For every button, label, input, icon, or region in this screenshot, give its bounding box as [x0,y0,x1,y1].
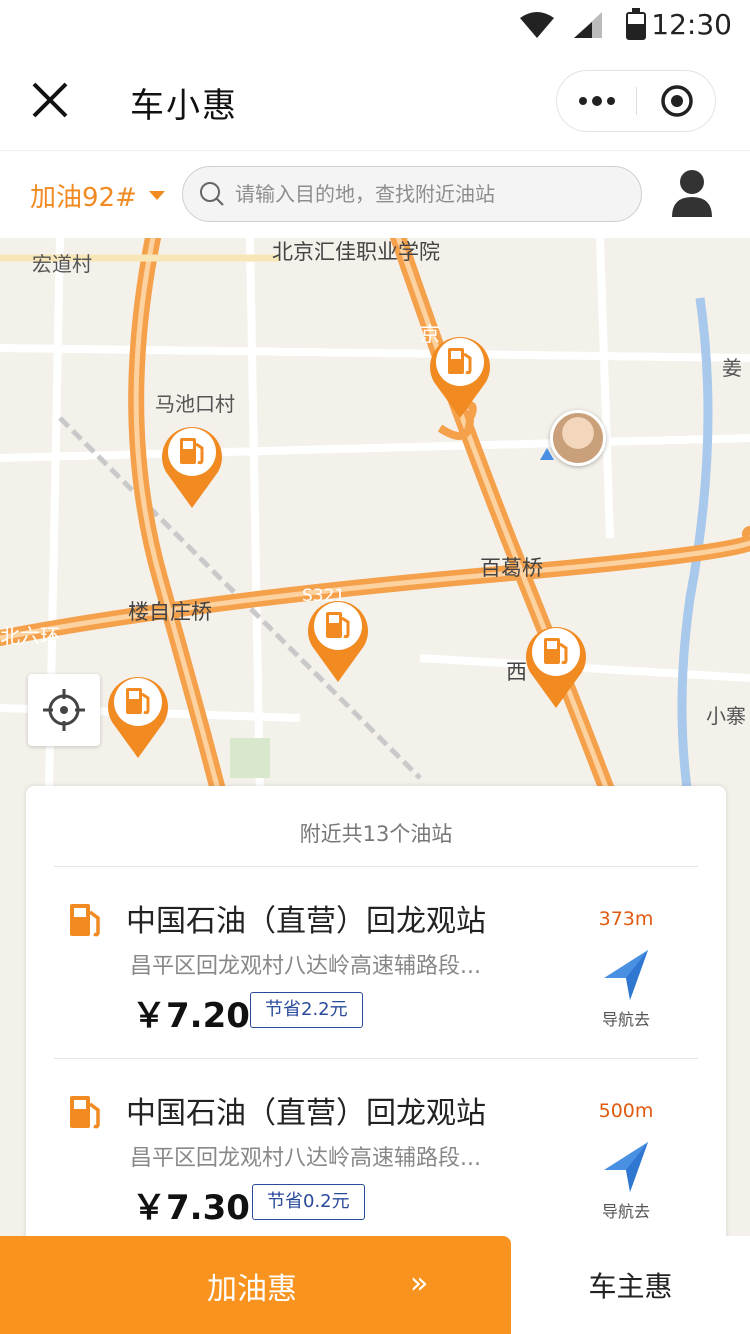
station-distance: 373m [598,908,654,930]
wifi-icon [520,12,554,38]
map-label: 楼自庄桥 [128,600,212,624]
tab-fuel-deals-label: 加油惠 [207,1272,297,1307]
map-label: 小寨 [706,704,746,728]
map-label: 北京汇佳职业学院 [272,240,440,264]
map-label: 马池口村 [155,392,235,416]
more-dots-icon [579,96,615,106]
exit-button[interactable] [637,71,717,131]
status-bar: 12:30 [0,0,750,50]
user-icon[interactable] [672,169,712,217]
clock: 12:30 [651,8,732,41]
user-location-avatar [550,410,606,466]
tab-owner-deals-label: 车主惠 [588,1270,673,1303]
map-label: 姜 [722,356,742,380]
divider [54,1058,698,1059]
search-row: 加油92# [0,150,750,238]
close-icon[interactable] [30,80,70,120]
gas-station-pin-icon[interactable] [104,670,172,760]
station-name: 中国石油（直营）回龙观站 [126,904,486,939]
saving-badge: 节省0.2元 [252,1184,365,1220]
double-chevron-right-icon: » [410,1266,429,1301]
gas-pump-icon [70,904,100,937]
page-title: 车小惠 [130,86,238,126]
station-count: 附近共13个油站 [299,822,453,846]
map-label: 北六环 [0,624,60,648]
fuel-type-label: 加油92# [30,183,137,213]
nav-bar: 车小惠 [0,50,750,150]
gas-station-pin-icon[interactable] [304,594,372,684]
gas-station-pin-icon[interactable] [158,420,226,510]
caret-down-icon [148,191,165,200]
battery-icon [626,8,646,40]
tab-owner-deals[interactable]: 车主惠 [511,1236,750,1334]
signal-icon [574,12,602,38]
crosshair-icon [43,689,85,731]
menu-capsule [556,70,716,132]
gas-station-pin-icon[interactable] [522,620,590,710]
search-input[interactable] [235,182,625,206]
navigate-label[interactable]: 导航去 [586,1198,666,1222]
search-icon [200,182,224,206]
fuel-type-dropdown[interactable]: 加油92# [30,177,165,214]
station-address: 昌平区回龙观村八达岭高速辅路段... [130,954,481,979]
gas-pump-icon [70,1096,100,1129]
station-list-panel: 附近共13个油站 中国石油（直营）回龙观站 昌平区回龙观村八达岭高速辅路段...… [26,786,726,1246]
saving-badge: 节省2.2元 [250,992,363,1028]
station-name: 中国石油（直营）回龙观站 [126,1096,486,1131]
gas-station-pin-icon[interactable] [426,330,494,420]
divider [54,866,698,867]
station-item[interactable]: 中国石油（直营）回龙观站 昌平区回龙观村八达岭高速辅路段... ￥7.20 节省… [26,868,726,1058]
station-distance: 500m [598,1100,654,1122]
more-button[interactable] [557,71,637,131]
search-box[interactable] [182,166,642,222]
station-price: ￥7.20 [132,996,250,1036]
navigation-arrow-icon[interactable] [602,1140,650,1192]
bottom-tab-bar: 加油惠 » 车主惠 [0,1236,750,1334]
target-icon [661,85,693,117]
tab-fuel-deals[interactable]: 加油惠 » [0,1236,511,1334]
map-label: 百葛桥 [480,556,543,580]
map-label: 宏道村 [32,252,92,276]
station-item[interactable]: 中国石油（直营）回龙观站 昌平区回龙观村八达岭高速辅路段... ￥7.30 节省… [26,1060,726,1246]
locate-me-button[interactable] [28,674,100,746]
station-price: ￥7.30 [132,1188,250,1228]
navigate-label[interactable]: 导航去 [586,1006,666,1030]
navigation-arrow-icon[interactable] [602,948,650,1000]
station-address: 昌平区回龙观村八达岭高速辅路段... [130,1146,481,1171]
